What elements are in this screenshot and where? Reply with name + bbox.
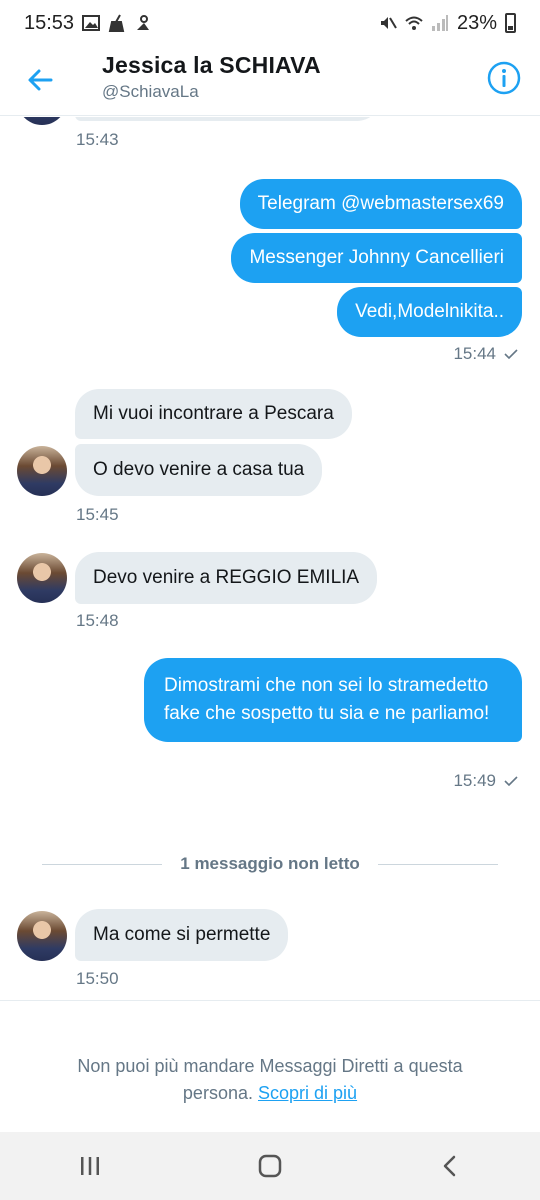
message-timestamp: 15:48 <box>76 611 119 630</box>
battery-percent: 23% <box>456 11 497 34</box>
avatar <box>17 117 67 125</box>
unread-label: 1 messaggio non letto <box>180 854 360 873</box>
message-bubble-incoming[interactable]: Devo venire a REGGIO EMILIA <box>75 552 378 604</box>
signal-icon <box>431 15 448 31</box>
message-bubble-incoming[interactable] <box>75 117 381 121</box>
mute-icon <box>380 17 397 29</box>
back-icon <box>443 1155 456 1177</box>
status-time: 15:53 <box>24 11 75 34</box>
home-icon <box>258 1154 282 1178</box>
recents-icon <box>81 1157 99 1175</box>
system-nav-bar <box>0 1132 540 1200</box>
message-bubble-outgoing[interactable]: Messenger Johnny Cancellieri <box>231 233 522 283</box>
message-bubble-incoming[interactable]: O devo venire a casa tua <box>75 444 323 496</box>
steam-icon <box>137 15 150 30</box>
avatar[interactable] <box>17 553 67 603</box>
back-arrow-icon <box>28 69 53 91</box>
avatar[interactable] <box>17 446 67 496</box>
home-button[interactable] <box>240 1146 300 1186</box>
info-button[interactable] <box>486 60 522 96</box>
message-bubble-incoming[interactable]: Mi vuoi incontrare a Pescara <box>75 389 352 439</box>
system-back-button[interactable] <box>420 1146 480 1186</box>
check-icon <box>504 776 518 786</box>
broom-icon <box>108 14 125 32</box>
message-timestamp: 15:43 <box>76 130 119 149</box>
message-bubble-outgoing[interactable]: Vedi,Modelnikita.. <box>337 287 522 337</box>
back-button[interactable] <box>22 62 58 98</box>
message-list[interactable]: 15:43 Telegram @webmastersex69 Messenger… <box>0 117 540 1000</box>
avatar[interactable] <box>17 911 67 961</box>
image-icon <box>82 15 101 31</box>
message-bubble-outgoing[interactable]: Telegram @webmastersex69 <box>239 179 522 229</box>
info-icon <box>487 61 521 95</box>
conversation-title: Jessica la SCHIAVA <box>102 52 321 78</box>
battery-icon <box>505 13 516 33</box>
message-timestamp: 15:44 <box>453 344 518 364</box>
check-icon <box>504 349 518 359</box>
wifi-icon <box>405 16 423 30</box>
divider-line <box>377 863 499 865</box>
message-bubble-incoming[interactable]: Ma come si permette <box>75 909 289 961</box>
unread-divider: 1 messaggio non letto <box>42 854 499 874</box>
conversation-header: Jessica la SCHIAVA @SchiavaLa <box>0 46 540 116</box>
message-bubble-outgoing[interactable]: Dimostrami che non sei lo stramedetto fa… <box>144 658 522 742</box>
learn-more-link[interactable]: Scopri di più <box>258 1083 357 1103</box>
message-timestamp: 15:45 <box>76 505 119 524</box>
divider-line <box>42 863 163 865</box>
message-timestamp: 15:50 <box>76 969 119 988</box>
conversation-title-block[interactable]: Jessica la SCHIAVA @SchiavaLa <box>102 52 321 102</box>
notice-text: Non puoi più mandare Messaggi Diretti a … <box>77 1056 463 1103</box>
message-timestamp: 15:49 <box>453 771 518 791</box>
conversation-handle: @SchiavaLa <box>102 82 199 101</box>
dm-disabled-notice: Non puoi più mandare Messaggi Diretti a … <box>0 1000 540 1132</box>
status-bar: 15:53 23% <box>0 0 540 46</box>
recents-button[interactable] <box>60 1146 120 1186</box>
